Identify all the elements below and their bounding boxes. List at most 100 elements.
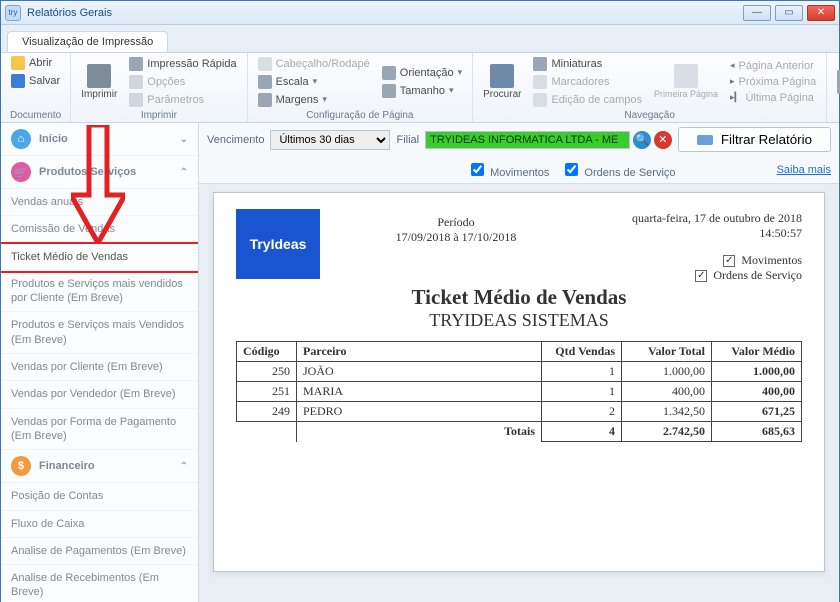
- filial-clear-button[interactable]: ✕: [654, 131, 672, 149]
- size-button[interactable]: Tamanho▾: [380, 83, 464, 99]
- print-button[interactable]: Imprimir: [79, 63, 119, 101]
- edit-fields-button[interactable]: Edição de campos: [531, 92, 644, 108]
- group-caption: Imprimir: [79, 110, 238, 121]
- group-caption: Navegação: [481, 110, 818, 121]
- sidebar-item-prod-vendidos[interactable]: Produtos e Serviços mais Vendidos (Em Br…: [1, 312, 198, 354]
- close-icon: ✕: [658, 133, 667, 146]
- chk-movimentos[interactable]: Movimentos: [467, 160, 549, 179]
- ribbon-group-page: Cabeçalho/Rodapé Escala▾ Margens▾ Orient…: [248, 53, 474, 122]
- sidebar-item-analise-rec[interactable]: Analise de Recebimentos (Em Breve): [1, 565, 198, 602]
- filial-field[interactable]: [425, 131, 630, 149]
- sidebar-item-fluxo-caixa[interactable]: Fluxo de Caixa: [1, 511, 198, 538]
- sidebar-item-prod-cliente[interactable]: Produtos e Serviços mais vendidos por Cl…: [1, 271, 198, 313]
- main-panel: Vencimento Últimos 30 dias Filial 🔍 ✕ Fi…: [199, 123, 839, 602]
- periodo-range: 17/09/2018 à 17/10/2018: [338, 230, 574, 245]
- orientation-button[interactable]: Orientação▾: [380, 65, 464, 81]
- report-time: 14:50:57: [592, 226, 802, 241]
- minimize-button[interactable]: —: [743, 5, 771, 21]
- edit-icon: [533, 93, 547, 107]
- table-row: 249 PEDRO 2 1.342,50 671,25: [237, 402, 802, 422]
- filter-icon: [697, 135, 713, 145]
- next-page-button[interactable]: ▸Próxima Página: [728, 75, 818, 89]
- header-footer-button[interactable]: Cabeçalho/Rodapé: [256, 56, 372, 72]
- report-chk-os: ✓Ordens de Serviço: [592, 268, 802, 283]
- ribbon-group-print: Imprimir Impressão Rápida Opções Parâmet…: [71, 53, 247, 122]
- ribbon: Abrir Salvar Documento Imprimir Impressã…: [1, 53, 839, 123]
- sidebar: ⌂ Início⌄ 🛒 Produtos/Serviços⌃ Vendas an…: [1, 123, 199, 602]
- group-caption: Zoom: [835, 110, 840, 121]
- filial-wrapper: 🔍 ✕: [425, 131, 672, 149]
- zoom-mouse-button[interactable]: [835, 69, 840, 95]
- vencimento-select[interactable]: Últimos 30 dias: [270, 130, 390, 150]
- thumbnails-icon: [533, 57, 547, 71]
- bookmark-icon: [533, 75, 547, 89]
- first-page-button[interactable]: Primeira Página: [652, 63, 720, 100]
- margins-icon: [258, 93, 272, 107]
- sidebar-item-vendas-cliente[interactable]: Vendas por Cliente (Em Breve): [1, 354, 198, 381]
- report-table: Código Parceiro Qtd Vendas Valor Total V…: [236, 341, 802, 442]
- sidebar-item-vendas-vendedor[interactable]: Vendas por Vendedor (Em Breve): [1, 381, 198, 408]
- save-button[interactable]: Salvar: [9, 73, 62, 89]
- table-row: 251 MARIA 1 400,00 400,00: [237, 382, 802, 402]
- sidebar-cat-financeiro[interactable]: $ Financeiro⌃: [1, 450, 198, 483]
- filter-bar: Vencimento Últimos 30 dias Filial 🔍 ✕ Fi…: [199, 123, 839, 184]
- sidebar-item-vendas-pagamento[interactable]: Vendas por Forma de Pagamento (Em Breve): [1, 409, 198, 451]
- sidebar-cat-inicio[interactable]: ⌂ Início⌄: [1, 123, 198, 156]
- bookmarks-button[interactable]: Marcadores: [531, 74, 644, 90]
- sidebar-item-ticket-medio[interactable]: Ticket Médio de Vendas: [1, 244, 198, 271]
- filial-label: Filial: [396, 134, 419, 146]
- report-page: TryIdeas Período 17/09/2018 à 17/10/2018…: [213, 192, 825, 572]
- print-options-button[interactable]: Opções: [127, 74, 238, 90]
- prev-page-button[interactable]: ◂Página Anterior: [728, 59, 818, 73]
- group-caption: Configuração de Página: [256, 110, 465, 121]
- search-button[interactable]: Procurar: [481, 63, 523, 101]
- last-page-button[interactable]: ▸▎Última Página: [728, 91, 818, 105]
- print-params-button[interactable]: Parâmetros: [127, 92, 238, 108]
- printer-icon: [87, 64, 111, 88]
- orientation-icon: [382, 66, 396, 80]
- search-icon: 🔍: [635, 133, 649, 146]
- tab-strip: Visualização de Impressão: [1, 25, 839, 53]
- report-subtitle: TRYIDEAS SISTEMAS: [236, 310, 802, 331]
- quick-print-button[interactable]: Impressão Rápida: [127, 56, 238, 72]
- vencimento-label: Vencimento: [207, 134, 264, 146]
- finance-icon: $: [11, 456, 31, 476]
- sidebar-item-posicao-contas[interactable]: Posição de Contas: [1, 483, 198, 510]
- gear-icon: [129, 75, 143, 89]
- report-logo: TryIdeas: [236, 209, 320, 279]
- sidebar-item-analise-pag[interactable]: Analise de Pagamentos (Em Breve): [1, 538, 198, 565]
- sidebar-item-comissao[interactable]: Comissão de Vendas: [1, 216, 198, 243]
- scale-button[interactable]: Escala▾: [256, 74, 372, 90]
- filial-search-button[interactable]: 🔍: [633, 131, 651, 149]
- folder-icon: [11, 56, 25, 70]
- tab-print-preview[interactable]: Visualização de Impressão: [7, 31, 168, 52]
- table-totals: Totais 4 2.742,50 685,63: [237, 422, 802, 442]
- ribbon-group-document: Abrir Salvar Documento: [1, 53, 71, 122]
- saiba-mais-link[interactable]: Saiba mais: [777, 164, 831, 176]
- report-title: Ticket Médio de Vendas: [236, 285, 802, 310]
- home-icon: ⌂: [11, 129, 31, 149]
- cart-icon: 🛒: [11, 162, 31, 182]
- chk-os[interactable]: Ordens de Serviço: [561, 160, 675, 179]
- close-button[interactable]: ✕: [807, 5, 835, 21]
- open-button[interactable]: Abrir: [9, 55, 54, 71]
- col-medio: Valor Médio: [712, 342, 802, 362]
- col-codigo: Código: [237, 342, 297, 362]
- ribbon-group-nav: Procurar Miniaturas Marcadores Edição de…: [473, 53, 827, 122]
- search-icon: [490, 64, 514, 88]
- sidebar-cat-produtos[interactable]: 🛒 Produtos/Serviços⌃: [1, 156, 198, 189]
- col-total: Valor Total: [622, 342, 712, 362]
- printer-quick-icon: [129, 57, 143, 71]
- filter-report-button[interactable]: Filtrar Relatório: [678, 127, 831, 152]
- col-qtd: Qtd Vendas: [542, 342, 622, 362]
- margins-button[interactable]: Margens▾: [256, 92, 372, 108]
- window-title: Relatórios Gerais: [27, 7, 112, 19]
- sidebar-item-vendas-anuais[interactable]: Vendas anuais: [1, 189, 198, 216]
- report-chk-mov: ✓Movimentos: [592, 253, 802, 268]
- report-viewport[interactable]: TryIdeas Período 17/09/2018 à 17/10/2018…: [199, 184, 839, 602]
- periodo-label: Período: [338, 215, 574, 230]
- thumbnails-button[interactable]: Miniaturas: [531, 56, 644, 72]
- group-caption: Documento: [9, 110, 62, 121]
- ribbon-group-zoom: Muitas Páginas▾ Zoom: [827, 53, 840, 122]
- maximize-button[interactable]: ▭: [775, 5, 803, 21]
